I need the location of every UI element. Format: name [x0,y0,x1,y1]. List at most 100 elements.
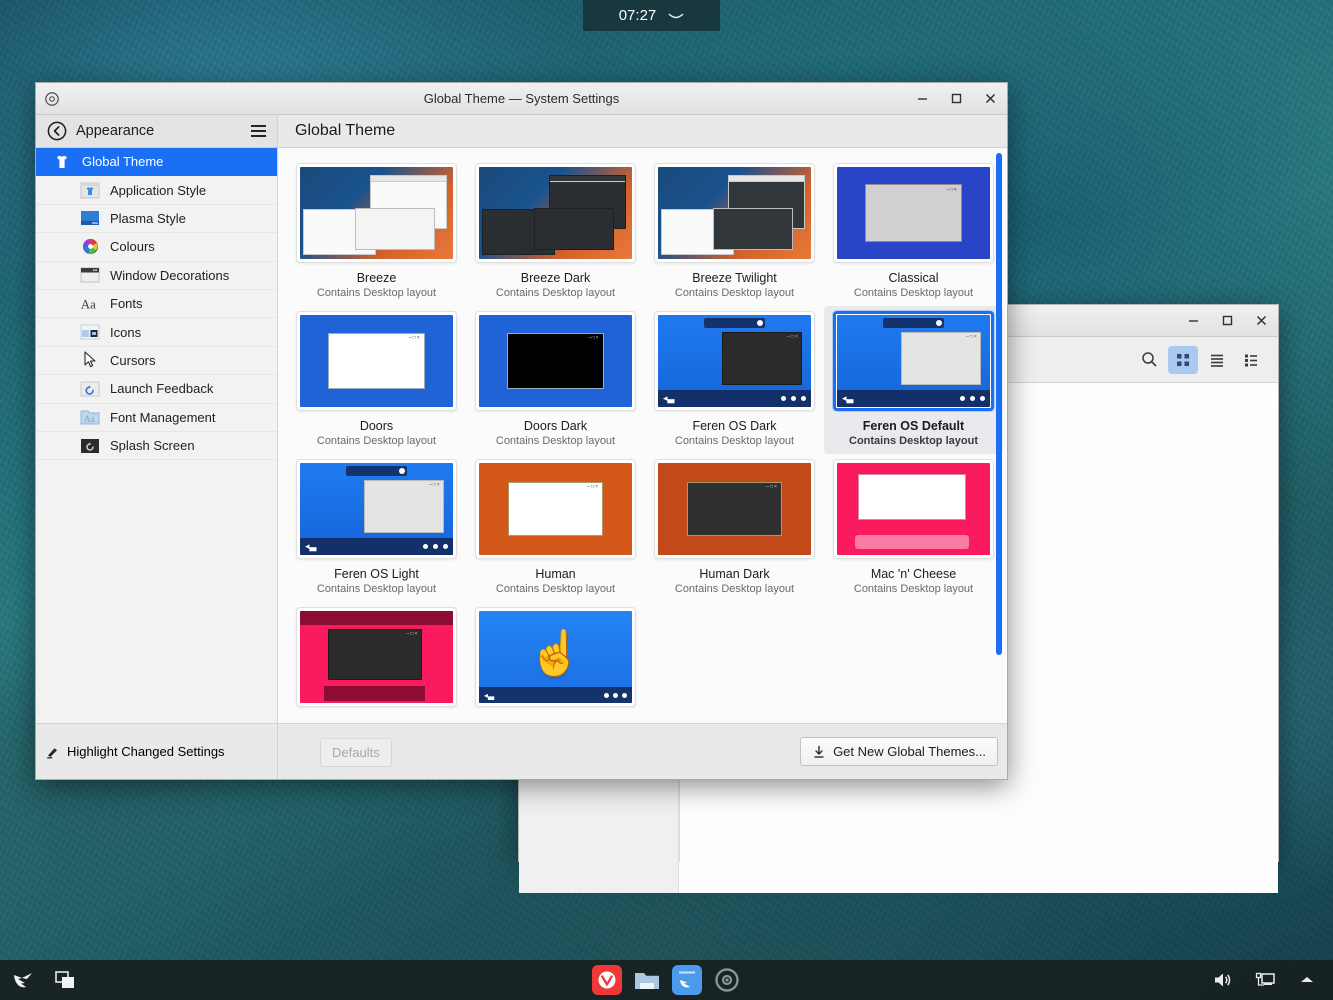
theme-name: Feren OS Light [334,567,419,581]
minimize-button[interactable] [1176,305,1210,336]
theme-card-breeze[interactable]: BreezeContains Desktop layout [287,158,466,306]
window-decoration-icon [80,266,100,284]
theme-card-doors[interactable]: –□×DoorsContains Desktop layout [287,306,466,454]
network-icon[interactable] [1251,966,1279,994]
settings-app-icon [36,83,68,114]
sidebar-category-title: Appearance [76,123,154,139]
maximize-button[interactable] [1210,305,1244,336]
plasma-style-icon [80,209,100,227]
theme-card-breeze-twilight[interactable]: Breeze TwilightContains Desktop layout [645,158,824,306]
theme-card-breeze-dark[interactable]: Breeze Dark Contains Desktop layout [466,158,645,306]
sidebar-item-global-theme[interactable]: Global Theme [36,148,277,176]
hamburger-menu-icon[interactable] [247,125,269,137]
sidebar-item-cursors[interactable]: Cursors [36,347,277,375]
sidebar-item-plasma-style[interactable]: Plasma Style [36,205,277,233]
theme-card-feren-os-light[interactable]: –□×◂▃Feren OS LightContains Desktop layo… [287,454,466,602]
theme-scroll-area[interactable]: BreezeContains Desktop layoutBreeze Dark… [278,148,1007,723]
sidebar-item-launch-feedback[interactable]: Launch Feedback [36,375,277,403]
maximize-button[interactable] [939,83,973,114]
highlight-changed-label: Highlight Changed Settings [67,744,225,759]
system-settings-titlebar[interactable]: Global Theme — System Settings [36,83,1007,115]
sidebar-item-label: Plasma Style [110,211,186,226]
sidebar-item-label: Colours [110,239,155,254]
taskbar[interactable] [0,960,1333,1000]
compact-view-icon[interactable] [1202,346,1232,374]
theme-card[interactable]: –□× [287,602,466,723]
volume-icon[interactable] [1209,966,1237,994]
tshirt-icon [52,153,72,171]
svg-text:Aa: Aa [81,297,96,311]
theme-subtitle: Contains Desktop layout [675,287,794,299]
vivaldi-launcher[interactable] [592,965,622,995]
get-new-global-themes-button[interactable]: Get New Global Themes... [800,737,998,766]
sidebar-item-icons[interactable]: Icons [36,318,277,346]
fonts-aa-icon: Aa [80,295,100,313]
show-desktop-icon[interactable] [52,966,80,994]
defaults-button-wrap: Defaults [320,738,392,767]
search-icon[interactable] [1134,346,1164,374]
window-title: Global Theme — System Settings [36,91,1007,106]
vertical-scrollbar[interactable] [996,153,1002,655]
sidebar-item-label: Fonts [110,296,143,311]
theme-thumbnail: –□× [833,163,994,263]
sidebar-item-window-decorations[interactable]: Window Decorations [36,262,277,290]
settings-sidebar: Appearance Global Theme Application Style… [36,115,278,779]
settings-main-pane: Global Theme BreezeContains Desktop layo… [278,115,1007,779]
theme-card-human[interactable]: –□×HumanContains Desktop layout [466,454,645,602]
detail-view-icon[interactable] [1236,346,1266,374]
sidebar-item-application-style[interactable]: Application Style [36,176,277,204]
minimize-button[interactable] [905,83,939,114]
theme-thumbnail [475,163,636,263]
sidebar-item-fonts[interactable]: Aa Fonts [36,290,277,318]
feren-store-launcher[interactable] [672,965,702,995]
theme-card-doors-dark[interactable]: –□×Doors DarkContains Desktop layout [466,306,645,454]
sidebar-item-label: Application Style [110,183,206,198]
back-chevron-icon[interactable] [46,120,68,142]
feren-menu-icon[interactable] [10,966,38,994]
highlight-changed-settings-button[interactable]: Highlight Changed Settings [36,723,278,779]
theme-name: Breeze Dark [521,271,590,285]
theme-subtitle: Contains Desktop layout [675,435,794,447]
theme-name: Doors [360,419,393,433]
panel-clock[interactable]: 07:27 [583,0,720,31]
close-button[interactable] [973,83,1007,114]
sidebar-header: Appearance [36,115,277,148]
theme-name: Feren OS Dark [692,419,776,433]
chevron-down-icon[interactable] [668,9,684,23]
theme-card-classical[interactable]: –□×ClassicalContains Desktop layout [824,158,1003,306]
app-style-icon [80,181,100,199]
theme-thumbnail: –□×◂▃ [296,459,457,559]
system-settings-window[interactable]: Global Theme — System Settings Appearanc… [35,82,1008,780]
theme-card-feren-os-default[interactable]: –□×◂▃ Feren OS Default Contains Desktop la… [824,306,1003,454]
show-hidden-icon[interactable] [1293,966,1321,994]
taskbar-left-group [0,966,80,994]
theme-subtitle: Contains Desktop layout [496,435,615,447]
sidebar-item-colours[interactable]: Colours [36,233,277,261]
theme-subtitle: Contains Desktop layout [854,583,973,595]
theme-thumbnail: –□×◂▃ [833,311,994,411]
theme-name: Feren OS Default [863,419,964,433]
theme-card-human-dark[interactable]: –□×Human DarkContains Desktop layout [645,454,824,602]
sidebar-item-font-management[interactable]: AaFont Management [36,404,277,432]
theme-card-mac-n-cheese[interactable]: Mac 'n' CheeseContains Desktop layout [824,454,1003,602]
sidebar-item-splash-screen[interactable]: Splash Screen [36,432,277,460]
close-button[interactable] [1244,305,1278,336]
theme-card[interactable]: ☝◂▃ [466,602,645,723]
icons-icon [80,323,100,341]
highlighter-pen-icon [45,744,60,759]
defaults-button[interactable]: Defaults [320,738,392,767]
theme-thumbnail [296,163,457,263]
theme-card-feren-os-dark[interactable]: –□×◂▃Feren OS DarkContains Desktop layou… [645,306,824,454]
theme-subtitle: Contains Desktop layout [849,435,978,447]
theme-subtitle: Contains Desktop layout [496,287,615,299]
icon-view-icon[interactable] [1168,346,1198,374]
theme-thumbnail: –□× [475,311,636,411]
page-title: Global Theme [278,115,1007,148]
defaults-label: Defaults [332,745,380,760]
theme-subtitle: Contains Desktop layout [496,583,615,595]
system-settings-window-controls [905,83,1007,114]
system-settings-launcher[interactable] [712,965,742,995]
theme-grid: BreezeContains Desktop layoutBreeze Dark… [287,158,1003,723]
file-manager-launcher[interactable] [632,965,662,995]
font-management-icon: Aa [80,408,100,426]
